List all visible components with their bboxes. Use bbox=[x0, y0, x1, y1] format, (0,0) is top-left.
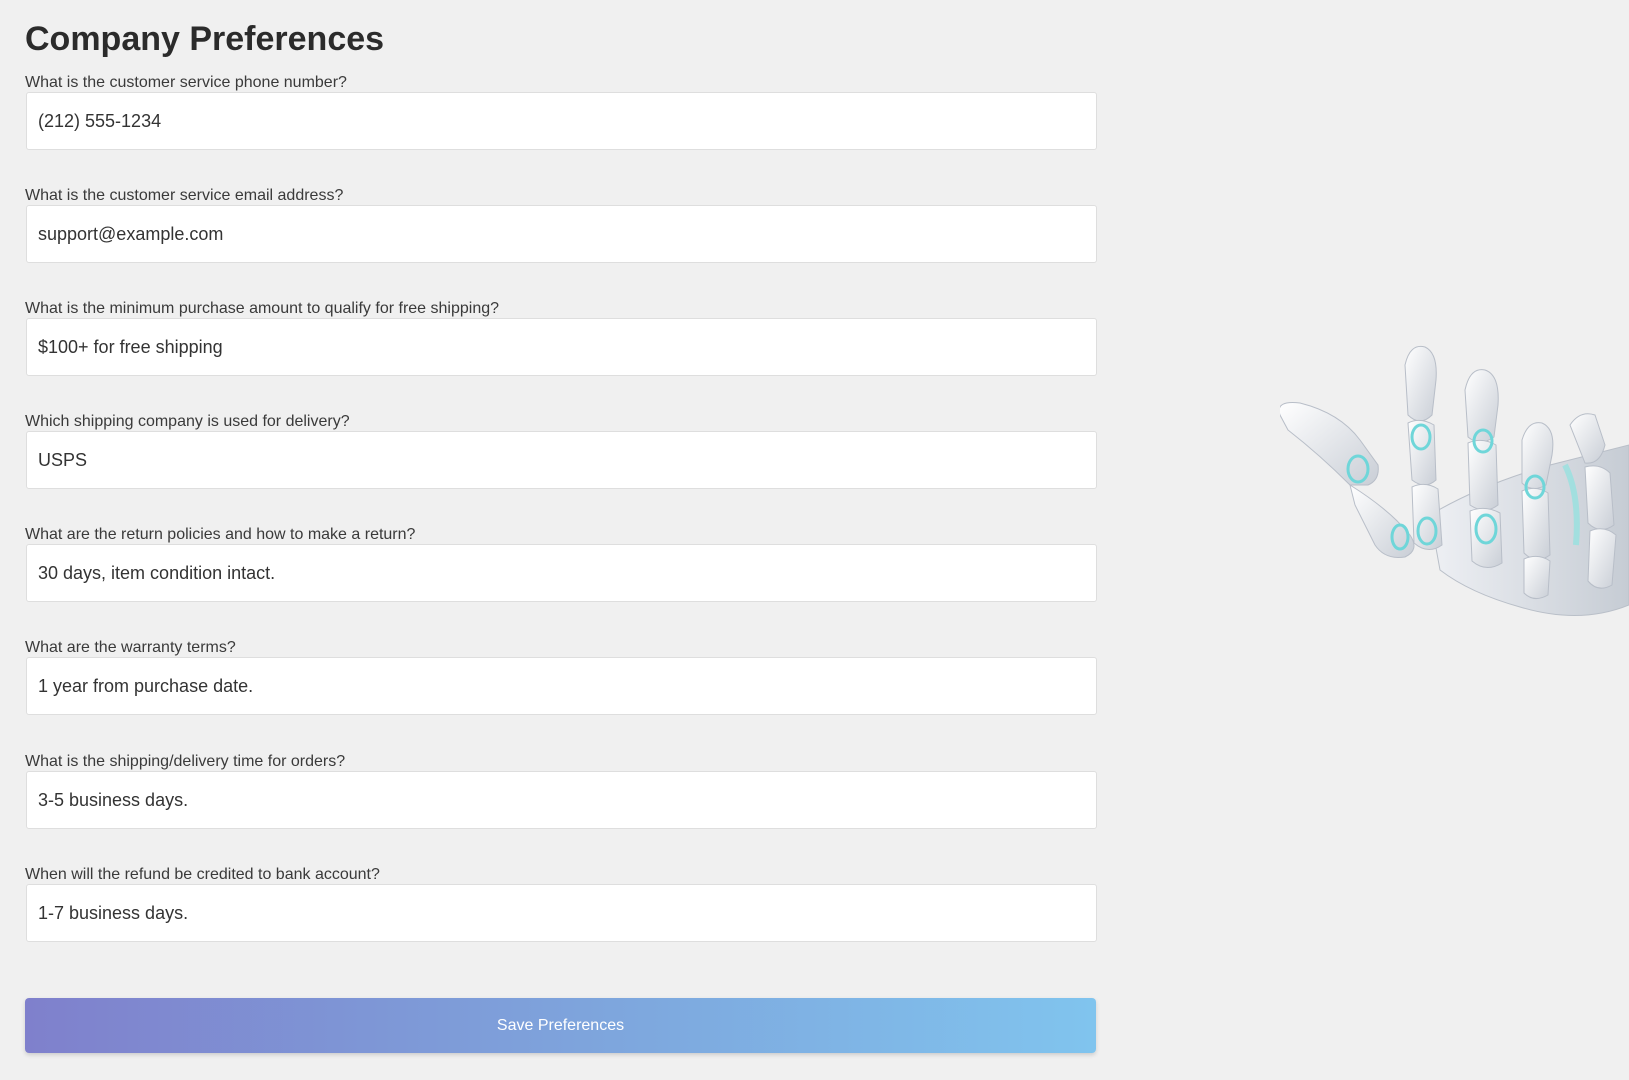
page-title: Company Preferences bbox=[25, 20, 385, 58]
return-policy-input[interactable] bbox=[26, 544, 1097, 602]
email-input[interactable] bbox=[26, 205, 1097, 263]
field-label: What is the customer service email addre… bbox=[25, 187, 344, 204]
warranty-input[interactable] bbox=[26, 657, 1097, 715]
field-label: What is the shipping/delivery time for o… bbox=[25, 753, 346, 770]
refund-time-input[interactable] bbox=[26, 884, 1097, 942]
field-label: What is the customer service phone numbe… bbox=[25, 74, 347, 91]
field-label: When will the refund be credited to bank… bbox=[25, 866, 380, 883]
field-free-shipping: What is the minimum purchase amount to q… bbox=[25, 298, 1097, 376]
field-delivery-time: What is the shipping/delivery time for o… bbox=[25, 751, 1097, 829]
save-preferences-button[interactable]: Save Preferences bbox=[25, 998, 1096, 1053]
field-label: Which shipping company is used for deliv… bbox=[25, 413, 350, 430]
field-label: What is the minimum purchase amount to q… bbox=[25, 300, 500, 317]
robot-hand-icon bbox=[1280, 345, 1629, 630]
shipping-company-input[interactable] bbox=[26, 431, 1097, 489]
free-shipping-input[interactable] bbox=[26, 318, 1097, 376]
field-label: What are the warranty terms? bbox=[25, 639, 236, 656]
phone-input[interactable] bbox=[26, 92, 1097, 150]
field-label: What are the return policies and how to … bbox=[25, 526, 416, 543]
field-refund-time: When will the refund be credited to bank… bbox=[25, 864, 1097, 942]
field-warranty: What are the warranty terms? bbox=[25, 637, 1097, 715]
field-shipping-company: Which shipping company is used for deliv… bbox=[25, 411, 1097, 489]
delivery-time-input[interactable] bbox=[26, 771, 1097, 829]
field-phone: What is the customer service phone numbe… bbox=[25, 72, 1097, 150]
field-email: What is the customer service email addre… bbox=[25, 185, 1097, 263]
field-return-policy: What are the return policies and how to … bbox=[25, 524, 1097, 602]
